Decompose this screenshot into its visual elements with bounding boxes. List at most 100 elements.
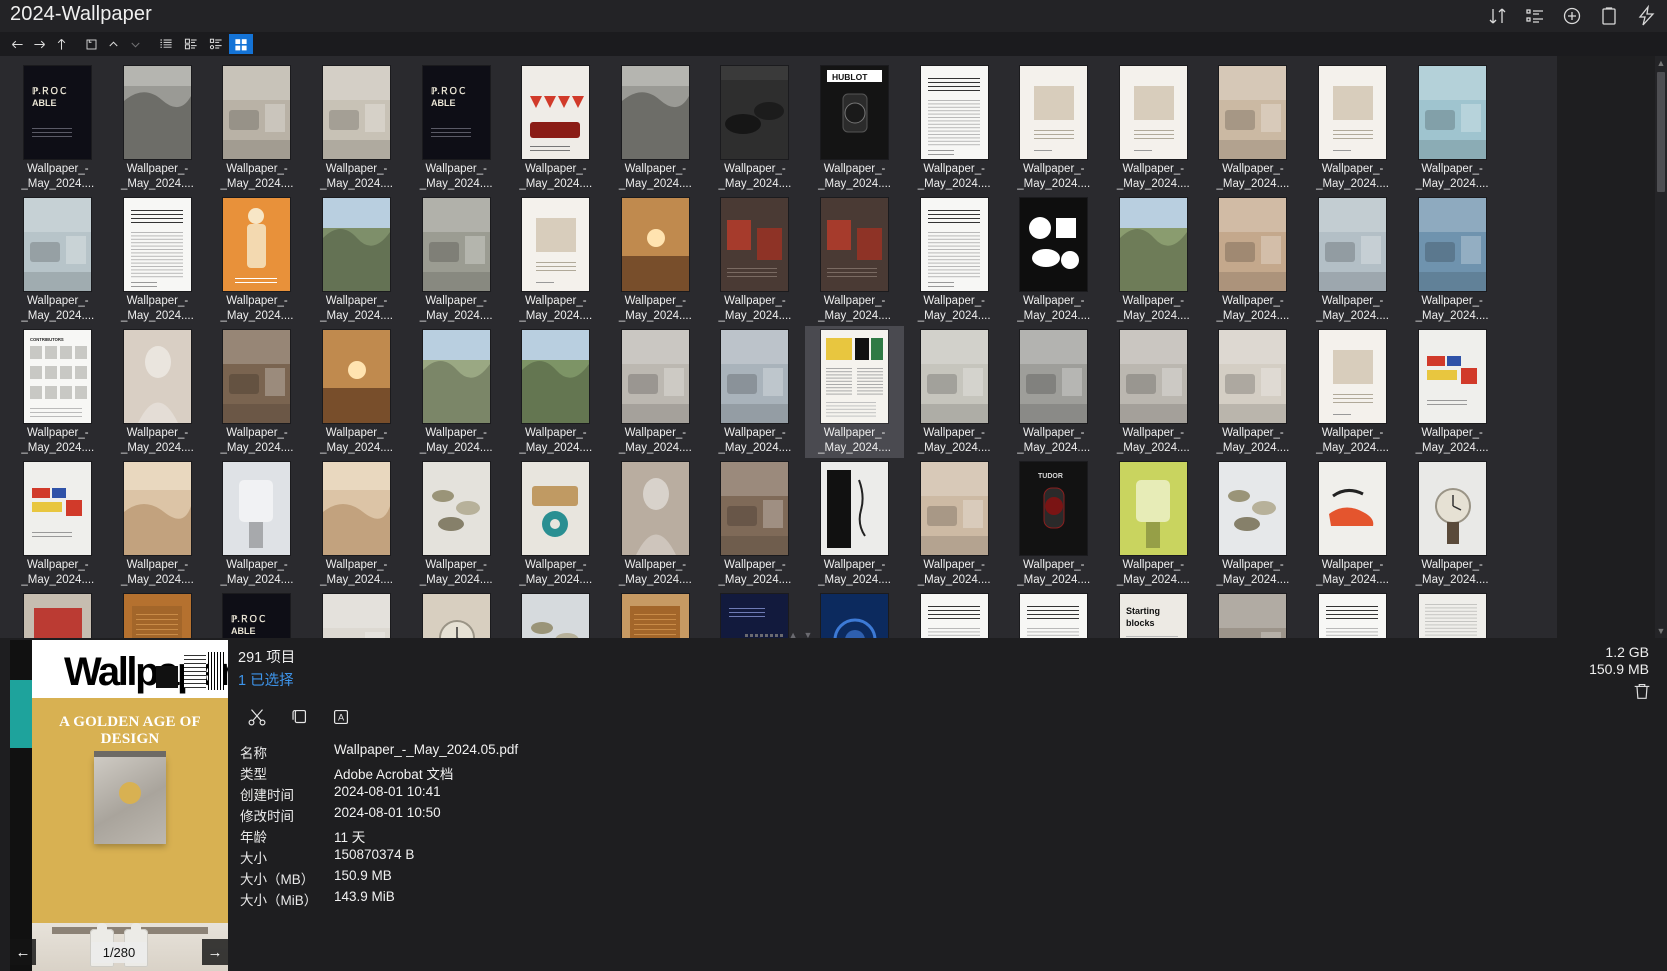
file-grid-item[interactable]: Wallpaper_-_May_2024....: [207, 194, 307, 326]
file-grid-item[interactable]: Wallpaper_-_May_2024....: [1402, 62, 1502, 194]
file-grid-item[interactable]: Wallpaper_-_May_2024....: [506, 458, 606, 590]
scroll-up-arrow[interactable]: ▲: [1655, 56, 1667, 70]
file-grid-item[interactable]: Wallpaper_-_May_2024....: [207, 458, 307, 590]
file-grid-item[interactable]: Wallpaper_-_May_2024....: [1104, 62, 1204, 194]
file-grid-item[interactable]: Wallpaper_-_May_2024....: [606, 194, 706, 326]
file-grid-item[interactable]: CONTRIBUTORSWallpaper_-_May_2024....: [8, 326, 108, 458]
file-grid-item[interactable]: Wallpaper_-_May_2024....: [506, 194, 606, 326]
file-grid-item[interactable]: Wallpaper_-_May_2024....: [8, 458, 108, 590]
selected-count-label[interactable]: 1 已选择: [238, 669, 878, 690]
forward-button[interactable]: [28, 33, 50, 55]
file-grid-item[interactable]: Wallpaper_-_May_2024....: [8, 194, 108, 326]
sort-icon[interactable]: [1487, 5, 1509, 27]
file-grid-item[interactable]: Wallpaper_-_May_2024....: [506, 326, 606, 458]
file-grid-item[interactable]: Wallpaper_-_May_2024....: [1303, 458, 1403, 590]
file-grid-item[interactable]: Wallpaper_-_May_2024....: [1104, 326, 1204, 458]
file-grid-item[interactable]: Wallpaper_-_May_2024....: [606, 326, 706, 458]
file-grid-item[interactable]: Wallpaper_-_May_2024....: [406, 194, 506, 326]
file-name-line2: _May_2024....: [707, 309, 803, 324]
file-grid-item[interactable]: Wallpaper_-_May_2024....: [1004, 194, 1104, 326]
add-circle-icon[interactable]: [1561, 5, 1583, 27]
file-grid-item[interactable]: Wallpaper_-_May_2024....: [108, 62, 208, 194]
file-grid-item[interactable]: ℙ.ＲＯＣABLEWallpaper_-_May_2024....: [406, 62, 506, 194]
file-grid-item[interactable]: Wallpaper_-_May_2024....: [1203, 458, 1303, 590]
file-grid-item[interactable]: Wallpaper_-_May_2024....: [307, 62, 407, 194]
cut-icon[interactable]: [244, 704, 270, 730]
file-grid-item[interactable]: Wallpaper_-_May_2024....: [805, 194, 905, 326]
trash-icon[interactable]: [1631, 680, 1653, 702]
view-details-button[interactable]: [204, 34, 228, 54]
file-grid-item[interactable]: Wallpaper_-_May_2024....: [1303, 62, 1403, 194]
up-button[interactable]: [50, 33, 72, 55]
file-grid-item[interactable]: Wallpaper_-_May_2024....: [904, 326, 1004, 458]
file-grid-item[interactable]: Wallpaper_-_May_2024....: [1402, 326, 1502, 458]
file-grid-item[interactable]: Wallpaper_-_May_2024....: [1104, 194, 1204, 326]
file-grid-item[interactable]: Wallpaper_-_May_2024....: [307, 326, 407, 458]
file-grid-item[interactable]: Wallpaper_-_May_2024....: [904, 458, 1004, 590]
scrollbar-thumb[interactable]: [1657, 72, 1665, 192]
file-grid-item[interactable]: Wallpaper_-_May_2024....: [1303, 326, 1403, 458]
file-name-line2: _May_2024....: [1105, 177, 1201, 192]
splitter-caret-down-icon[interactable]: ▼: [804, 630, 813, 640]
scroll-down-arrow[interactable]: ▼: [1655, 624, 1667, 638]
file-thumbnail: [921, 330, 988, 423]
file-grid-item[interactable]: Wallpaper_-_May_2024....: [207, 326, 307, 458]
view-tiles-button[interactable]: [179, 34, 203, 54]
file-grid-item[interactable]: Wallpaper_-_May_2024....: [108, 458, 208, 590]
file-grid-item[interactable]: Wallpaper_-_May_2024....: [606, 458, 706, 590]
file-grid-item[interactable]: Wallpaper_-_May_2024....: [108, 194, 208, 326]
splitter-caret-up-icon[interactable]: ▲: [789, 630, 798, 640]
file-grid-item[interactable]: Wallpaper_-_May_2024....: [207, 62, 307, 194]
file-grid-item[interactable]: Wallpaper_-_May_2024....: [506, 62, 606, 194]
file-grid-item[interactable]: Wallpaper_-_May_2024....: [1402, 458, 1502, 590]
file-grid-item[interactable]: TUDORWallpaper_-_May_2024....: [1004, 458, 1104, 590]
file-grid-item[interactable]: Wallpaper_-_May_2024....: [1004, 62, 1104, 194]
file-grid-item[interactable]: Wallpaper_-_May_2024....: [606, 62, 706, 194]
file-grid-item[interactable]: Wallpaper_-_May_2024....: [1104, 458, 1204, 590]
file-name-line1: Wallpaper_-: [10, 426, 106, 441]
preview-prev-button[interactable]: ←: [10, 939, 36, 965]
file-name-line2: _May_2024....: [906, 573, 1002, 588]
lightning-icon[interactable]: [1635, 5, 1657, 27]
file-grid-item[interactable]: Wallpaper_-_May_2024....: [1402, 194, 1502, 326]
chevron-up-icon[interactable]: [102, 33, 124, 55]
preview-next-button[interactable]: →: [202, 939, 228, 965]
file-grid-item[interactable]: Wallpaper_-_May_2024....: [1203, 326, 1303, 458]
file-grid-item[interactable]: Wallpaper_-_May_2024....: [904, 62, 1004, 194]
file-grid-item[interactable]: Wallpaper_-_May_2024....: [1203, 194, 1303, 326]
clipboard-icon[interactable]: [1598, 5, 1620, 27]
file-grid-item[interactable]: Wallpaper_-_May_2024....: [705, 326, 805, 458]
new-folder-icon[interactable]: [80, 33, 102, 55]
file-grid-item[interactable]: HUBLOTWallpaper_-_May_2024....: [805, 62, 905, 194]
cover-masthead: Wallpaper*: [32, 644, 228, 694]
file-thumbnail: [1419, 198, 1486, 291]
file-grid-item[interactable]: Wallpaper_-_May_2024....: [805, 458, 905, 590]
list-details-icon[interactable]: [1524, 5, 1546, 27]
copy-icon[interactable]: [286, 704, 312, 730]
grid-vertical-scrollbar[interactable]: ▲ ▼: [1655, 56, 1667, 638]
file-preview[interactable]: Wallpaper* A GOLDEN AGE OF DESIGN: [10, 640, 228, 971]
view-list-button[interactable]: [154, 34, 178, 54]
file-grid-item[interactable]: Wallpaper_-_May_2024....: [406, 458, 506, 590]
file-grid-item[interactable]: Wallpaper_-_May_2024....: [805, 326, 905, 458]
file-grid-item[interactable]: Wallpaper_-_May_2024....: [705, 62, 805, 194]
file-grid-item[interactable]: Wallpaper_-_May_2024....: [108, 326, 208, 458]
file-grid-item[interactable]: Wallpaper_-_May_2024....: [1303, 194, 1403, 326]
back-button[interactable]: [6, 33, 28, 55]
file-name-line1: Wallpaper_-: [1305, 294, 1401, 309]
pane-splitter[interactable]: ▲ ▼: [0, 630, 1557, 640]
chevron-down-icon[interactable]: [124, 33, 146, 55]
rename-icon[interactable]: A: [328, 704, 354, 730]
file-grid-container[interactable]: ℙ.ＲＯＣABLEWallpaper_-_May_2024....Wallpap…: [0, 56, 1557, 638]
file-grid-item[interactable]: Wallpaper_-_May_2024....: [904, 194, 1004, 326]
file-grid-item[interactable]: Wallpaper_-_May_2024....: [307, 194, 407, 326]
file-grid-item[interactable]: Wallpaper_-_May_2024....: [307, 458, 407, 590]
file-grid-item[interactable]: Wallpaper_-_May_2024....: [1203, 62, 1303, 194]
file-grid-item[interactable]: Wallpaper_-_May_2024....: [705, 458, 805, 590]
file-grid-item[interactable]: Wallpaper_-_May_2024....: [1004, 326, 1104, 458]
file-grid-item[interactable]: ℙ.ＲＯＣABLEWallpaper_-_May_2024....: [8, 62, 108, 194]
file-grid-item[interactable]: Wallpaper_-_May_2024....: [705, 194, 805, 326]
file-grid-item[interactable]: Wallpaper_-_May_2024....: [406, 326, 506, 458]
file-name-line1: Wallpaper_-: [109, 294, 205, 309]
view-thumbnails-button[interactable]: [229, 34, 253, 54]
